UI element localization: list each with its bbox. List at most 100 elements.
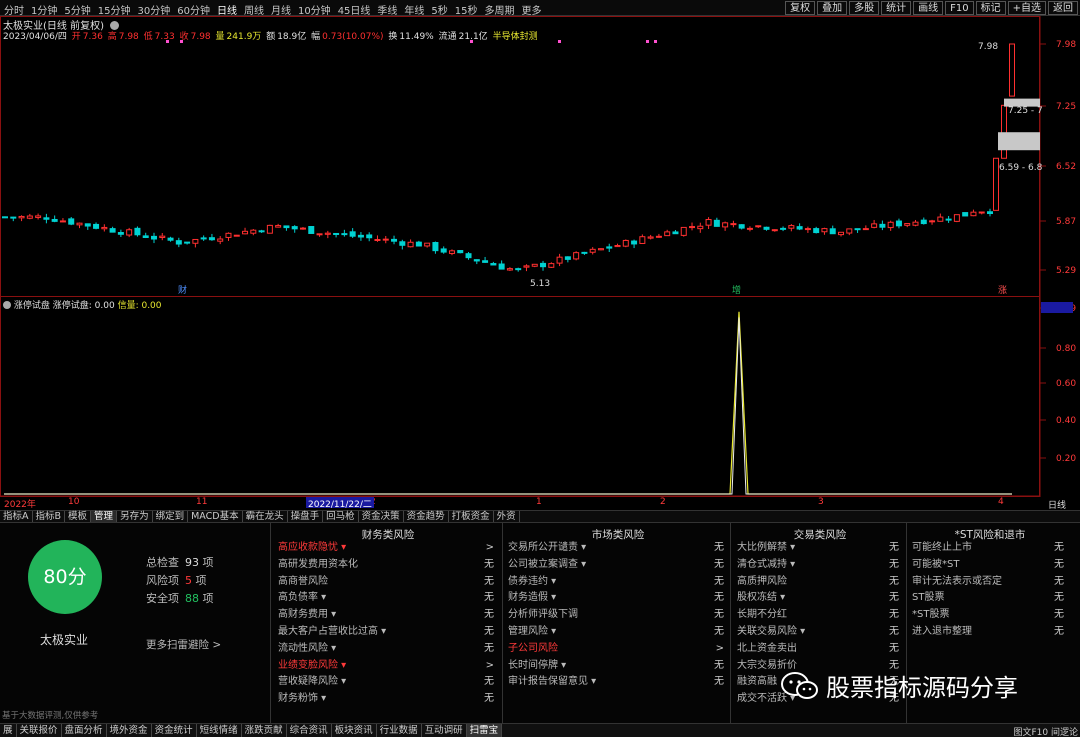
risk-item[interactable]: 可能被*ST 无 (912, 557, 1068, 574)
indicator-tab-7[interactable]: 霸在龙头 (243, 511, 288, 522)
period-tab-1[interactable]: 1分钟 (31, 2, 57, 17)
period-tab-13[interactable]: 5秒 (431, 2, 447, 17)
risk-item[interactable]: 财务粉饰 ▾ 无 (278, 691, 498, 708)
period-tab-15[interactable]: 多周期 (485, 2, 515, 17)
period-tab-0[interactable]: 分时 (4, 2, 24, 17)
status-tab-11[interactable]: 扫雷宝 (466, 724, 503, 737)
candle-body (573, 252, 580, 260)
risk-item[interactable]: 审计无法表示或否定 无 (912, 574, 1068, 591)
risk-item[interactable]: 高应收款隐忧 ▾ > (278, 540, 498, 557)
risk-item[interactable]: 管理风险 ▾ 无 (508, 624, 728, 641)
status-tab-8[interactable]: 板块资讯 (332, 724, 377, 737)
risk-item[interactable]: ST股票 无 (912, 590, 1068, 607)
candle-body (838, 231, 845, 236)
risk-item[interactable]: 高研发费用资本化 无 (278, 557, 498, 574)
risk-item[interactable]: 股权冻结 ▾ 无 (737, 590, 903, 607)
risk-item[interactable]: 公司被立案调查 ▾ 无 (508, 557, 728, 574)
tool-button-2[interactable]: 多股 (849, 1, 880, 15)
period-tab-6[interactable]: 日线 (217, 2, 237, 17)
status-tab-0[interactable]: 展 (0, 724, 17, 737)
indicator-tab-4[interactable]: 另存为 (117, 511, 153, 522)
indicator-tab-13[interactable]: 外资 (494, 511, 520, 522)
status-tab-9[interactable]: 行业数据 (377, 724, 422, 737)
tool-button-7[interactable]: +自选 (1007, 1, 1046, 15)
tool-button-8[interactable]: 返回 (1048, 1, 1078, 15)
risk-item[interactable]: 长时间停牌 ▾ 无 (508, 658, 728, 675)
period-tab-5[interactable]: 60分钟 (177, 2, 210, 17)
vol-value: 241.9万 (226, 32, 262, 42)
risk-item[interactable]: 高质押风险 无 (737, 574, 903, 591)
candle-body (308, 226, 315, 234)
candle-body (655, 235, 662, 238)
status-right[interactable]: 图文F10 间逻论 (1014, 725, 1079, 737)
indicator-tab-8[interactable]: 操盘手 (288, 511, 324, 522)
indicator-tab-11[interactable]: 资金趋势 (404, 511, 449, 522)
more-scan-link[interactable]: 更多扫雷避险 > (146, 637, 221, 652)
period-tab-4[interactable]: 30分钟 (137, 2, 170, 17)
sub-indicator-name[interactable]: 涨停试盘 (14, 301, 50, 311)
tool-button-4[interactable]: 画线 (913, 1, 944, 15)
status-tab-4[interactable]: 资金统计 (152, 724, 197, 737)
open-label: 开 (71, 32, 81, 42)
indicator-tab-1[interactable]: 指标B (33, 511, 66, 522)
candle-body (689, 226, 696, 229)
tool-button-6[interactable]: 标记 (975, 1, 1006, 15)
period-tab-2[interactable]: 5分钟 (64, 2, 90, 17)
tool-button-0[interactable]: 复权 (785, 1, 816, 15)
risk-item[interactable]: 交易所公开谴责 ▾ 无 (508, 540, 728, 557)
risk-item[interactable]: 分析师评级下调 无 (508, 607, 728, 624)
period-tab-14[interactable]: 15秒 (455, 2, 478, 17)
risk-item[interactable]: 财务造假 ▾ 无 (508, 590, 728, 607)
risk-item[interactable]: 流动性风险 ▾ 无 (278, 641, 498, 658)
risk-item[interactable]: 债券违约 ▾ 无 (508, 574, 728, 591)
risk-item[interactable]: 最大客户占营收比过高 ▾ 无 (278, 624, 498, 641)
risk-item[interactable]: 业绩变脸风险 ▾ > (278, 658, 498, 675)
status-tab-5[interactable]: 短线情绪 (197, 724, 242, 737)
risk-item[interactable]: *ST股票 无 (912, 607, 1068, 624)
kline-chart[interactable]: 7.987.256.525.875.290.990.800.600.400.20… (0, 0, 1080, 510)
period-tab-16[interactable]: 更多 (522, 2, 542, 17)
risk-item[interactable]: 进入退市整理 无 (912, 624, 1068, 641)
period-tab-9[interactable]: 10分钟 (298, 2, 331, 17)
tool-button-5[interactable]: F10 (945, 1, 974, 15)
candle-body (738, 224, 745, 229)
tool-button-1[interactable]: 叠加 (817, 1, 848, 15)
period-tab-11[interactable]: 季线 (377, 2, 397, 17)
status-tab-10[interactable]: 互动调研 (422, 724, 467, 737)
indicator-tab-0[interactable]: 指标A (0, 511, 33, 522)
risk-item[interactable]: 子公司风险 > (508, 641, 728, 658)
risk-item[interactable]: 可能终止上市 无 (912, 540, 1068, 557)
risk-item[interactable]: 北上资金卖出 无 (737, 641, 903, 658)
period-tab-12[interactable]: 年线 (404, 2, 424, 17)
indicator-tab-6[interactable]: MACD基本 (188, 511, 243, 522)
risk-item[interactable]: 高财务费用 ▾ 无 (278, 607, 498, 624)
period-tab-7[interactable]: 周线 (244, 2, 264, 17)
indicator-tab-12[interactable]: 打板资金 (449, 511, 494, 522)
status-tab-3[interactable]: 境外资金 (107, 724, 152, 737)
indicator-tab-10[interactable]: 资金决策 (359, 511, 404, 522)
risk-item[interactable]: 审计报告保留意见 ▾ 无 (508, 674, 728, 691)
candle-body (970, 211, 977, 217)
sector-tag[interactable]: 半导体封测 (493, 32, 538, 42)
status-tab-7[interactable]: 综合资讯 (287, 724, 332, 737)
risk-item[interactable]: 大比例解禁 ▾ 无 (737, 540, 903, 557)
period-tab-8[interactable]: 月线 (271, 2, 291, 17)
status-tab-6[interactable]: 涨跌贡献 (242, 724, 287, 737)
sub-settings-icon[interactable] (3, 301, 11, 309)
risk-item[interactable]: 高负债率 ▾ 无 (278, 590, 498, 607)
risk-item[interactable]: 高商誉风险 无 (278, 574, 498, 591)
indicator-tab-2[interactable]: 模板 (65, 511, 92, 522)
status-tab-2[interactable]: 盘面分析 (62, 724, 107, 737)
indicator-tab-9[interactable]: 回马枪 (323, 511, 359, 522)
indicator-tab-5[interactable]: 绑定到 (153, 511, 189, 522)
risk-item[interactable]: 关联交易风险 ▾ 无 (737, 624, 903, 641)
candle-body (457, 250, 464, 254)
status-tab-1[interactable]: 关联报价 (17, 724, 62, 737)
tool-button-3[interactable]: 统计 (881, 1, 912, 15)
period-tab-3[interactable]: 15分钟 (98, 2, 131, 17)
risk-item[interactable]: 清仓式减持 ▾ 无 (737, 557, 903, 574)
risk-item[interactable]: 长期不分红 无 (737, 607, 903, 624)
indicator-tab-3[interactable]: 管理 (91, 511, 118, 522)
risk-item[interactable]: 营收疑降风险 ▾ 无 (278, 674, 498, 691)
period-tab-10[interactable]: 45日线 (338, 2, 371, 17)
